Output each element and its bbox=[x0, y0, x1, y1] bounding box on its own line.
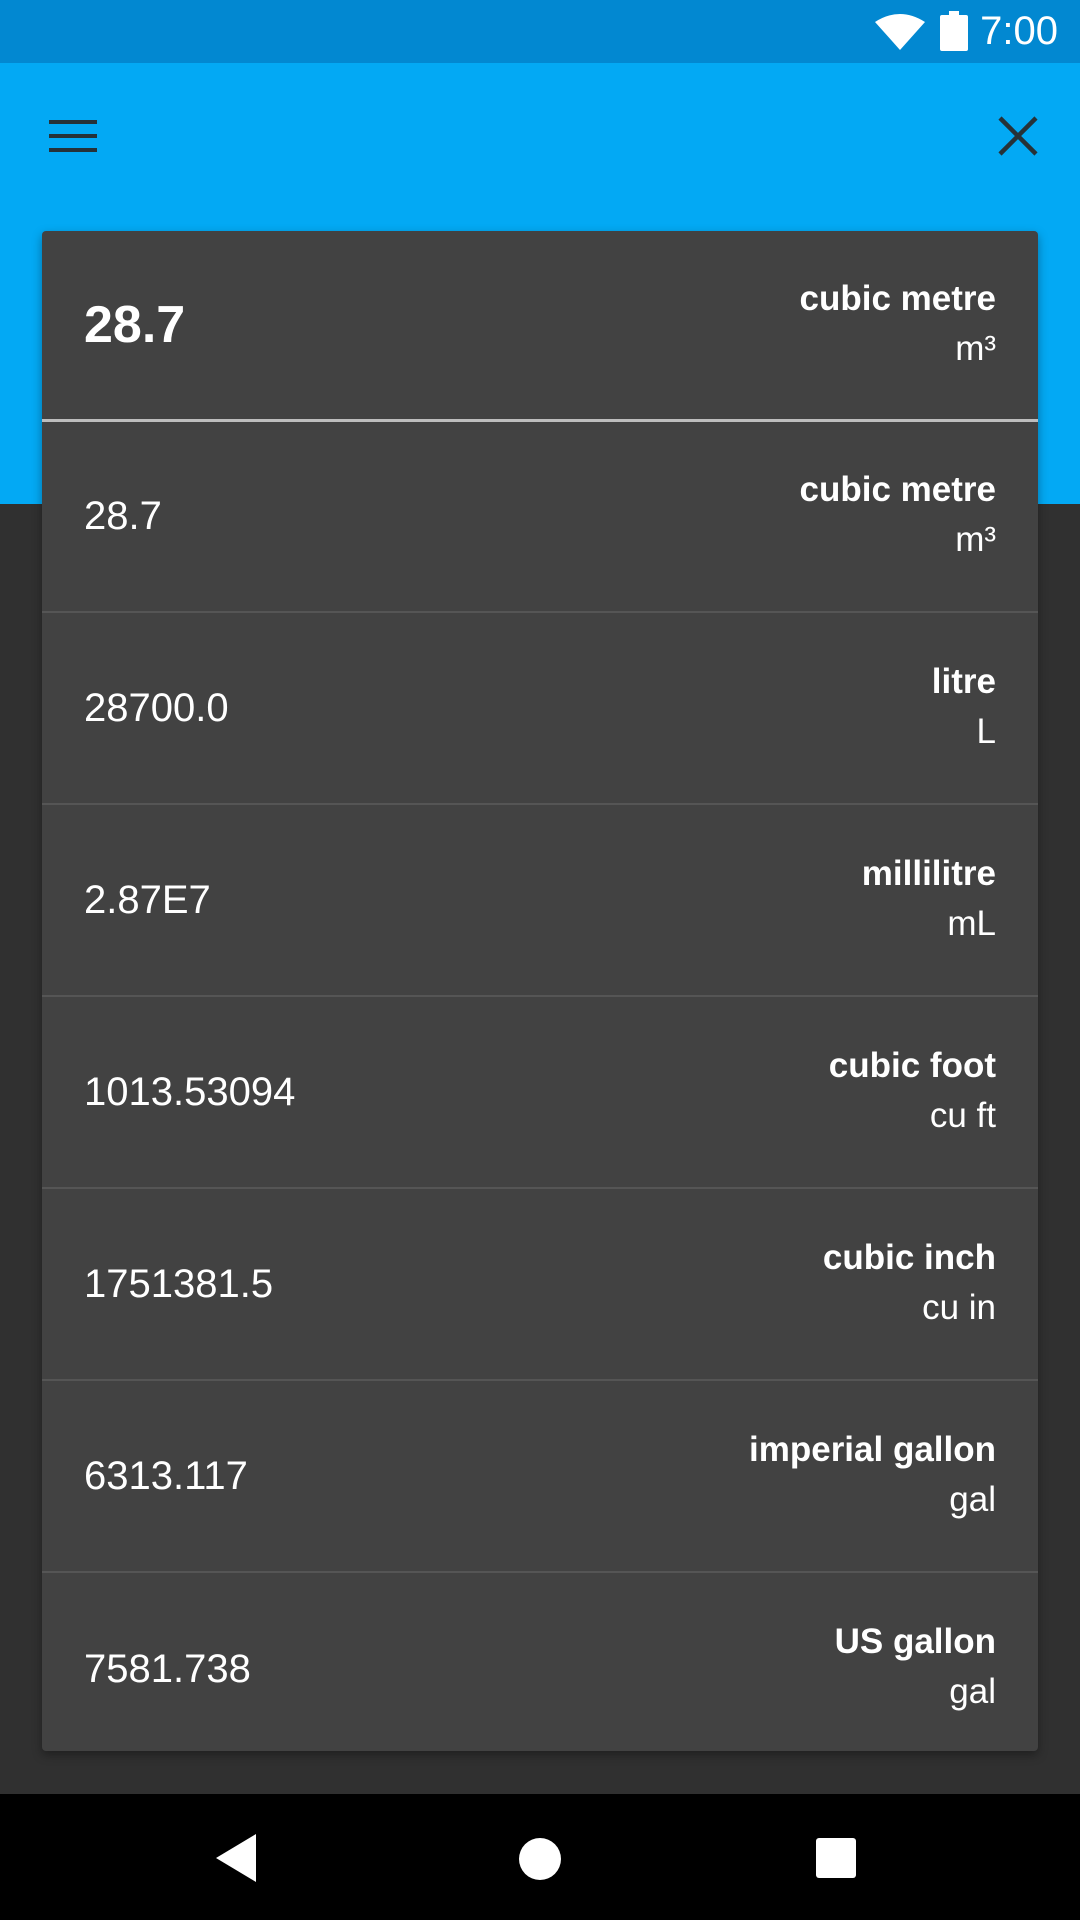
result-unit: US gallon gal bbox=[835, 1620, 996, 1720]
result-value: 1013.53094 bbox=[84, 1070, 296, 1114]
unit-symbol: cu in bbox=[922, 1288, 996, 1327]
result-row[interactable]: 28700.0 litre L bbox=[42, 614, 1038, 805]
unit-name: cubic inch bbox=[822, 1238, 996, 1277]
unit-symbol: m³ bbox=[955, 329, 996, 368]
result-row[interactable]: 28.7 cubic metre m³ bbox=[42, 422, 1038, 613]
unit-name: cubic metre bbox=[799, 470, 996, 509]
unit-symbol: gal bbox=[949, 1672, 996, 1711]
result-row[interactable]: 6313.117 imperial gallon gal bbox=[42, 1382, 1038, 1573]
result-unit: cubic metre m³ bbox=[800, 468, 996, 568]
navigation-bar bbox=[0, 1794, 1080, 1920]
recents-icon[interactable] bbox=[808, 1830, 864, 1886]
unit-name: litre bbox=[931, 662, 996, 701]
back-icon[interactable] bbox=[206, 1828, 266, 1888]
unit-name: imperial gallon bbox=[749, 1430, 996, 1469]
conversion-card: 28.7 cubic metre m³ 28.7 cubic metre m³ … bbox=[42, 231, 1038, 1751]
result-row[interactable]: 1013.53094 cubic foot cu ft bbox=[42, 998, 1038, 1189]
home-icon[interactable] bbox=[509, 1828, 571, 1890]
close-icon bbox=[998, 116, 1038, 156]
unit-symbol: cu ft bbox=[929, 1096, 996, 1135]
result-row[interactable]: 1751381.5 cubic inch cu in bbox=[42, 1190, 1038, 1381]
unit-name: cubic metre bbox=[799, 279, 996, 318]
unit-symbol: mL bbox=[947, 904, 996, 943]
unit-symbol: m³ bbox=[955, 520, 996, 559]
conversion-input-row[interactable]: 28.7 cubic metre m³ bbox=[42, 231, 1038, 422]
result-value: 7581.738 bbox=[84, 1647, 251, 1691]
input-unit: cubic metre m³ bbox=[800, 277, 996, 377]
input-value[interactable]: 28.7 bbox=[84, 231, 185, 419]
status-time: 7:00 bbox=[980, 9, 1058, 53]
unit-name: US gallon bbox=[834, 1622, 996, 1661]
result-unit: millilitre mL bbox=[862, 852, 996, 952]
unit-name: millilitre bbox=[861, 854, 996, 893]
unit-symbol: gal bbox=[949, 1480, 996, 1519]
menu-button[interactable] bbox=[40, 103, 106, 169]
result-unit: cubic foot cu ft bbox=[829, 1044, 996, 1144]
result-row[interactable]: 7581.738 US gallon gal bbox=[42, 1574, 1038, 1751]
result-row[interactable]: 2.87E7 millilitre mL bbox=[42, 806, 1038, 997]
result-value: 6313.117 bbox=[84, 1454, 248, 1498]
close-button[interactable] bbox=[985, 103, 1051, 169]
result-value: 28700.0 bbox=[84, 686, 229, 730]
result-value: 1751381.5 bbox=[84, 1262, 274, 1306]
menu-icon bbox=[49, 120, 97, 152]
result-value: 28.7 bbox=[84, 494, 162, 538]
unit-symbol: L bbox=[976, 712, 996, 751]
result-unit: cubic inch cu in bbox=[823, 1236, 996, 1336]
result-unit: litre L bbox=[932, 660, 996, 760]
result-value: 2.87E7 bbox=[84, 878, 211, 922]
unit-name: cubic foot bbox=[828, 1046, 996, 1085]
battery-icon bbox=[940, 11, 968, 51]
result-unit: imperial gallon gal bbox=[749, 1428, 996, 1528]
status-bar: 7:00 bbox=[0, 0, 1080, 63]
wifi-icon bbox=[875, 14, 925, 50]
